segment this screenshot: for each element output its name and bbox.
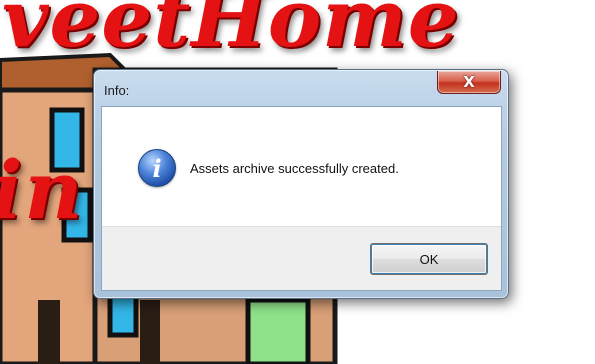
info-dialog: Info: X i Assets archive successfully cr…: [93, 69, 509, 299]
dialog-body: i Assets archive successfully created. O…: [101, 106, 502, 291]
dialog-message: Assets archive successfully created.: [190, 161, 399, 176]
dialog-title-bar[interactable]: Info: X: [94, 70, 508, 106]
message-area: i Assets archive successfully created.: [102, 107, 501, 226]
close-icon: X: [463, 73, 475, 91]
splash-title-top: veetHome: [2, 0, 460, 65]
info-glyph: i: [152, 154, 162, 183]
close-button[interactable]: X: [437, 71, 501, 94]
dialog-title: Info:: [104, 83, 130, 98]
info-icon: i: [138, 149, 176, 187]
ok-button[interactable]: OK: [370, 243, 488, 275]
dialog-button-bar: OK: [102, 226, 501, 290]
